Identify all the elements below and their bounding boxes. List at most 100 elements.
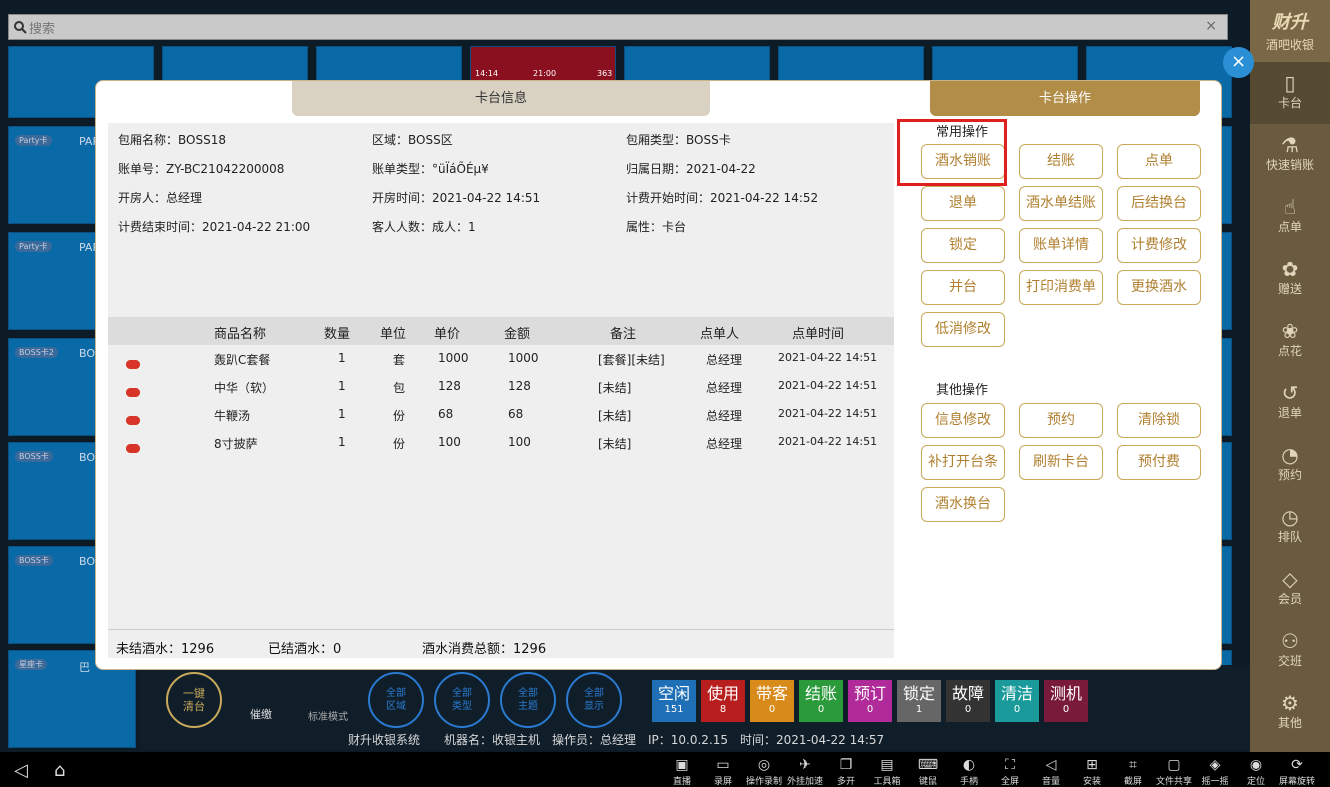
back-icon[interactable]: ◁ — [14, 760, 28, 781]
sidebar-item-label: 点单 — [1277, 220, 1302, 234]
op-button[interactable]: 酒水换台 — [921, 487, 1005, 522]
search-input[interactable]: 搜索 — [29, 18, 55, 37]
taskbar-item[interactable]: ◎ 操作录制 — [744, 756, 784, 787]
filter-circle-button[interactable]: 全部 区域 — [368, 672, 424, 728]
taskbar-label: 键鼠 — [918, 777, 937, 787]
status-count-box[interactable]: 锁定 1 — [897, 680, 941, 722]
filter-circle-button[interactable]: 一键 清台 — [166, 672, 222, 728]
table-row[interactable]: 轰趴C套餐 1 套 1000 1000 [套餐][未结] 总经理 2021-04-22 14:… — [108, 345, 894, 373]
search-bar[interactable]: 搜索 × — [8, 14, 1228, 40]
op-button[interactable]: 更换酒水 — [1117, 270, 1201, 305]
table-row[interactable]: 牛鞭汤 1 份 68 68 [未结] 总经理 2021-04-22 14:51 — [108, 401, 894, 429]
table-row[interactable]: 8寸披萨 1 份 100 100 [未结] 总经理 2021-04-22 14:51 — [108, 429, 894, 457]
clear-icon[interactable]: × — [1205, 18, 1217, 34]
sidebar-item-label: 赠送 — [1277, 282, 1302, 296]
status-count-box[interactable]: 故障 0 — [946, 680, 990, 722]
taskbar-item[interactable]: ◈ 摇一摇 — [1195, 756, 1235, 787]
taskbar-icon: ⟳ — [1291, 757, 1303, 773]
sidebar-item-10[interactable]: ⚙ 其他 — [1250, 682, 1330, 744]
op-button[interactable]: 预付费 — [1117, 445, 1201, 480]
status-count-box[interactable]: 使用 8 — [701, 680, 745, 722]
taskbar-item[interactable]: ✈ 外挂加速 — [785, 756, 825, 787]
status-count-box[interactable]: 预订 0 — [848, 680, 892, 722]
taskbar-item[interactable]: ▤ 工具箱 — [867, 756, 907, 787]
sidebar-item-4[interactable]: ❀ 点花 — [1250, 310, 1330, 372]
table-row[interactable]: 中华（软） 1 包 128 128 [未结] 总经理 2021-04-22 14:51 — [108, 373, 894, 401]
table-cell: 1 — [338, 379, 346, 393]
op-button[interactable]: 并台 — [921, 270, 1005, 305]
action-pill-icon[interactable] — [126, 416, 140, 425]
taskbar-item[interactable]: ◐ 手柄 — [949, 756, 989, 787]
status-count-box[interactable]: 结账 0 — [799, 680, 843, 722]
sidebar-item-5[interactable]: ↺ 退单 — [1250, 372, 1330, 434]
op-button[interactable]: 退单 — [921, 186, 1005, 221]
sidebar-item-9[interactable]: ⚇ 交班 — [1250, 620, 1330, 682]
op-button[interactable]: 后结换台 — [1117, 186, 1201, 221]
action-pill-icon[interactable] — [126, 388, 140, 397]
taskbar-item[interactable]: ⛶ 全屏 — [990, 756, 1030, 787]
sidebar-icon: ✿ — [1281, 257, 1299, 281]
action-pill-icon[interactable] — [126, 360, 140, 369]
drink-total: 酒水消费总额：1296 — [422, 642, 547, 657]
taskbar-label: 直播 — [672, 777, 691, 787]
op-button[interactable]: 锁定 — [921, 228, 1005, 263]
taskbar-item[interactable]: ◉ 定位 — [1236, 756, 1276, 787]
info-field: 归属日期：2021-04-22 — [626, 162, 756, 176]
taskbar-label: 音量 — [1041, 777, 1060, 787]
status-count-box[interactable]: 清洁 0 — [995, 680, 1039, 722]
table-info-modal: 卡台信息 卡台操作 商品名称 数量 单位 单价 金额 备注 点单人 点单时间 未结酒水：129… — [95, 80, 1222, 670]
tab-table-info[interactable]: 卡台信息 — [292, 81, 710, 116]
taskbar-item[interactable]: ⌗ 截屏 — [1113, 756, 1153, 787]
table-cell: 2021-04-22 14:51 — [778, 351, 878, 364]
sidebar-item-0[interactable]: ▯ 卡台 — [1250, 62, 1330, 124]
sidebar-item-1[interactable]: ⚗ 快速销账 — [1250, 124, 1330, 186]
filter-circle-button[interactable]: 全部 显示 — [566, 672, 622, 728]
taskbar-item[interactable]: ⟳ 屏幕旋转 — [1277, 756, 1317, 787]
sidebar-item-6[interactable]: ◔ 预约 — [1250, 434, 1330, 496]
taskbar-label: 工具箱 — [873, 777, 901, 787]
op-button[interactable]: 账单详情 — [1019, 228, 1103, 263]
taskbar-item[interactable]: ◁ 音量 — [1031, 756, 1071, 787]
filter-circle-button[interactable]: 全部 主题 — [500, 672, 556, 728]
op-button[interactable]: 刷新卡台 — [1019, 445, 1103, 480]
tab-table-ops[interactable]: 卡台操作 — [930, 81, 1200, 116]
taskbar-label: 外挂加速 — [786, 777, 823, 787]
status-count-box[interactable]: 带客 0 — [750, 680, 794, 722]
op-button[interactable]: 低消修改 — [921, 312, 1005, 347]
sidebar-item-8[interactable]: ◇ 会员 — [1250, 558, 1330, 620]
op-button[interactable]: 结账 — [1019, 144, 1103, 179]
op-button[interactable]: 计费修改 — [1117, 228, 1201, 263]
table-cell: 份 — [393, 437, 406, 451]
tile-time: 14:14 — [475, 69, 499, 78]
action-pill-icon[interactable] — [126, 444, 140, 453]
taskbar-item[interactable]: ▣ 直播 — [662, 756, 702, 787]
taskbar-item[interactable]: ▢ 文件共享 — [1154, 756, 1194, 787]
op-button[interactable]: 信息修改 — [921, 403, 1005, 438]
taskbar-item[interactable]: ⊞ 安装 — [1072, 756, 1112, 787]
taskbar-icon: ⌨ — [917, 757, 939, 773]
sidebar-item-3[interactable]: ✿ 赠送 — [1250, 248, 1330, 310]
taskbar-icon: ⌗ — [1129, 757, 1137, 773]
op-button[interactable]: 酒水单结账 — [1019, 186, 1103, 221]
tile-type-badge: BOSS卡2 — [15, 347, 58, 358]
sidebar-item-7[interactable]: ◷ 排队 — [1250, 496, 1330, 558]
status-count-box[interactable]: 测机 0 — [1044, 680, 1088, 722]
status-count-box[interactable]: 空闲 151 — [652, 680, 696, 722]
op-button[interactable]: 预约 — [1019, 403, 1103, 438]
taskbar-item[interactable]: ⌨ 键鼠 — [908, 756, 948, 787]
filter-circle-button[interactable]: 全部 类型 — [434, 672, 490, 728]
taskbar-item[interactable]: ▭ 录屏 — [703, 756, 743, 787]
taskbar-item[interactable]: ❐ 多开 — [826, 756, 866, 787]
taskbar-label: 多开 — [836, 777, 855, 787]
order-summary: 未结酒水：1296 已结酒水：0 酒水消费总额：1296 — [108, 629, 894, 657]
close-icon[interactable]: × — [1223, 47, 1254, 78]
op-button[interactable]: 打印消费单 — [1019, 270, 1103, 305]
home-icon[interactable]: ⌂ — [54, 760, 65, 781]
op-button[interactable]: 补打开台条 — [921, 445, 1005, 480]
taskbar-icon: ▣ — [675, 757, 689, 773]
dun-button[interactable]: 催缴 — [250, 706, 272, 722]
sidebar-item-2[interactable]: ☝ 点单 — [1250, 186, 1330, 248]
op-button[interactable]: 清除锁 — [1117, 403, 1201, 438]
tile-type-badge: 星座卡 — [15, 659, 47, 670]
op-button[interactable]: 点单 — [1117, 144, 1201, 179]
